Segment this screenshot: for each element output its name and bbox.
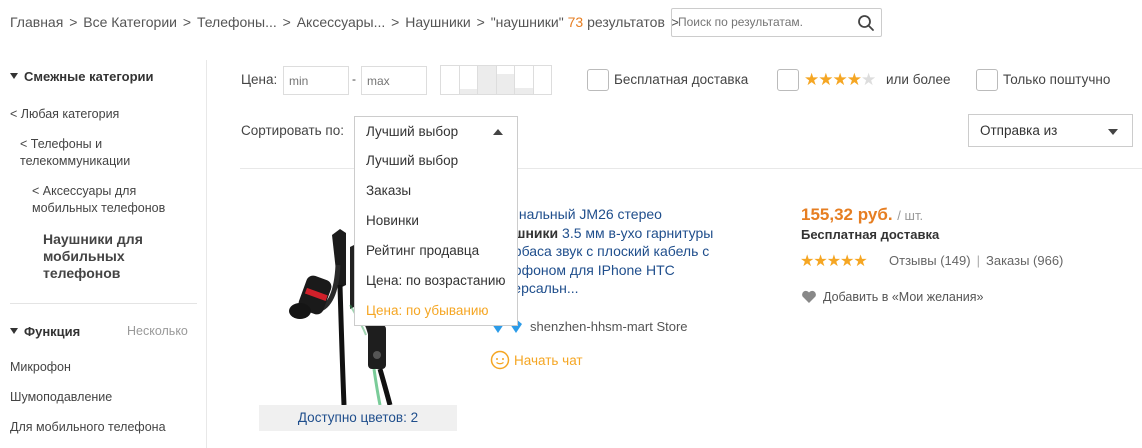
sort-select[interactable]: Лучший выбор xyxy=(354,116,518,147)
product-rating: ★★★★★ xyxy=(800,251,868,271)
chat-icon[interactable] xyxy=(490,350,510,370)
star-icon: ★ xyxy=(846,70,862,89)
histogram-bar xyxy=(515,66,534,94)
stats-separator: | xyxy=(976,253,980,268)
sort-dropdown-menu: Лучший выбор Заказы Новинки Рейтинг прод… xyxy=(354,146,518,326)
related-categories-label: Смежные категории xyxy=(24,69,154,84)
collapse-triangle-icon xyxy=(10,328,18,334)
function-for-mobile[interactable]: Для мобильного телефона xyxy=(10,419,166,436)
star-icon: ★ xyxy=(853,253,867,270)
function-mode[interactable]: Несколько xyxy=(127,324,188,338)
free-shipping-checkbox[interactable] xyxy=(587,69,609,91)
store-name[interactable]: shenzhen-hhsm-mart Store xyxy=(530,319,688,334)
breadcrumb-accessories[interactable]: Аксессуары... xyxy=(297,14,386,30)
sort-option-newest[interactable]: Новинки xyxy=(366,213,419,228)
star-empty-icon: ★ xyxy=(861,70,876,89)
star-icon: ★ xyxy=(826,253,841,270)
star-icon: ★ xyxy=(800,253,814,270)
sort-option-price-desc[interactable]: Цена: по убыванию xyxy=(366,303,489,318)
sidebar-link-phones[interactable]: < Телефоны и телекоммуникации xyxy=(20,136,180,170)
sort-label: Сортировать по: xyxy=(241,123,344,138)
reviews-link[interactable]: Отзывы (149) xyxy=(889,253,971,268)
star-icon: ★ xyxy=(818,70,833,89)
single-item-checkbox[interactable] xyxy=(976,69,998,91)
function-label: Функция xyxy=(24,324,81,339)
caret-up-icon xyxy=(493,129,503,135)
sidebar-active-category: Наушники для мобильных телефонов xyxy=(43,231,143,281)
product-price: 155,32 руб. / шт. xyxy=(801,205,923,225)
start-chat-link[interactable]: Начать чат xyxy=(514,353,583,368)
histogram-bar xyxy=(478,66,497,94)
search-input[interactable] xyxy=(678,15,848,29)
star-icon: ★ xyxy=(832,70,848,89)
result-count: 73 xyxy=(567,14,584,30)
sort-value: Лучший выбор xyxy=(366,124,459,139)
breadcrumb-all-categories[interactable]: Все Категории xyxy=(83,14,177,30)
star-icon: ★ xyxy=(813,253,827,270)
breadcrumb-query: "наушники" xyxy=(490,14,564,30)
title-part: гинальный JM26 стерео xyxy=(506,206,662,222)
price-min-input[interactable] xyxy=(283,66,349,95)
sort-option-best[interactable]: Лучший выбор xyxy=(366,153,458,168)
breadcrumb-separator: > xyxy=(282,14,291,30)
function-heading[interactable]: Функция xyxy=(10,324,80,339)
histogram-bar xyxy=(441,66,460,94)
related-categories-heading[interactable]: Смежные категории xyxy=(10,69,154,84)
ship-from-value: Отправка из xyxy=(980,123,1058,138)
price-unit: / шт. xyxy=(897,208,924,223)
breadcrumb-home[interactable]: Главная xyxy=(10,14,63,30)
free-shipping-label: Бесплатная доставка xyxy=(614,72,749,87)
function-noise-cancel[interactable]: Шумоподавление xyxy=(10,389,112,406)
rating-suffix: или более xyxy=(886,72,951,87)
breadcrumb-headphones[interactable]: Наушники xyxy=(405,14,470,30)
price-dash: - xyxy=(352,72,356,86)
ship-from-select[interactable]: Отправка из xyxy=(968,114,1133,147)
heart-icon[interactable] xyxy=(801,290,817,304)
sort-option-orders[interactable]: Заказы xyxy=(366,183,411,198)
breadcrumb-separator: > xyxy=(391,14,400,30)
price-label: Цена: xyxy=(241,72,278,87)
single-item-label: Только поштучно xyxy=(1003,72,1111,87)
breadcrumb-separator: > xyxy=(182,14,192,30)
search-icon[interactable] xyxy=(857,14,875,32)
product-title[interactable]: гинальный JM26 стерео ушники 3.5 мм в-ух… xyxy=(506,205,751,298)
product-shipping: Бесплатная доставка xyxy=(801,227,940,242)
search-in-results xyxy=(671,8,882,37)
breadcrumb-separator: > xyxy=(476,14,485,30)
add-to-wishlist[interactable]: Добавить в «Мои желания» xyxy=(823,290,984,304)
available-colors[interactable]: Доступно цветов: 2 xyxy=(259,405,457,431)
orders-link[interactable]: Заказы (966) xyxy=(986,253,1063,268)
collapse-triangle-icon xyxy=(10,73,18,79)
price-value: 155,32 руб. xyxy=(801,205,893,224)
price-max-input[interactable] xyxy=(361,66,427,95)
breadcrumb-separator: > xyxy=(69,14,78,30)
sidebar-link-any-category[interactable]: < Любая категория xyxy=(10,106,119,123)
histogram-bar xyxy=(459,66,478,94)
rating-stars: ★★★★★ xyxy=(804,70,876,90)
rating-checkbox[interactable] xyxy=(777,69,799,91)
sidebar-link-accessories[interactable]: < Аксессуары для мобильных телефонов xyxy=(32,183,192,217)
sidebar-divider xyxy=(10,303,197,304)
sort-option-price-asc[interactable]: Цена: по возрастанию xyxy=(366,273,506,288)
star-icon: ★ xyxy=(804,70,819,89)
price-histogram[interactable] xyxy=(440,65,552,95)
breadcrumb-phones[interactable]: Телефоны... xyxy=(197,14,277,30)
caret-down-icon xyxy=(1108,129,1118,135)
function-microphone[interactable]: Микрофон xyxy=(10,359,71,376)
histogram-bar xyxy=(534,66,552,94)
sidebar-border xyxy=(206,60,207,448)
results-label: результатов xyxy=(587,14,665,30)
histogram-bar xyxy=(496,66,515,94)
product-stats: Отзывы (149) | Заказы (966) xyxy=(889,253,1063,268)
breadcrumb: Главная > Все Категории > Телефоны... > … xyxy=(10,14,681,30)
sort-option-seller-rating[interactable]: Рейтинг продавца xyxy=(366,243,479,258)
star-icon: ★ xyxy=(840,253,854,270)
